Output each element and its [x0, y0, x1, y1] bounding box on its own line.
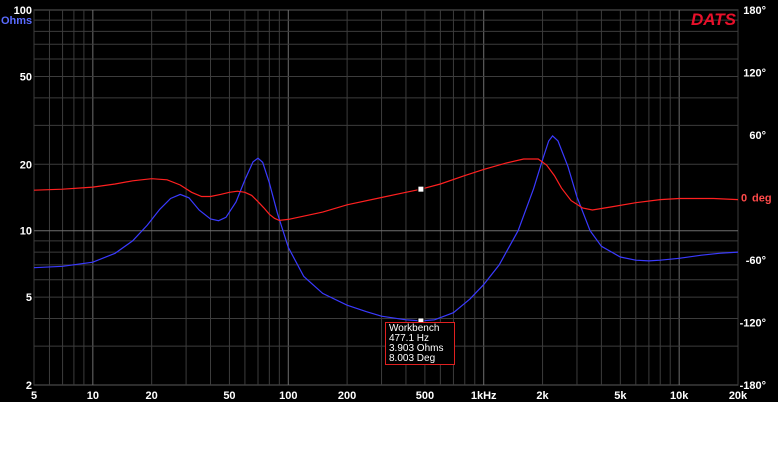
y-right-tick-label: 60°	[749, 130, 766, 142]
x-tick-label: 200	[338, 390, 356, 402]
impedance-plot[interactable]: 5 10 20 50 100 200 500 1kHz 2k 5k 10k 20k 100 50 20 10 5…	[0, 0, 778, 402]
y-right-tick-label: 0	[741, 193, 747, 205]
x-tick-label: 1kHz	[471, 390, 497, 402]
y-right-axis-unit: deg	[752, 193, 772, 205]
x-tick-label: 100	[279, 390, 297, 402]
cursor-marker-phase	[417, 185, 425, 193]
x-tick-label: 5k	[614, 390, 627, 402]
cursor-readout: Workbench 477.1 Hz 3.903 Ohms 8.003 Deg	[385, 322, 455, 365]
x-tick-label: 50	[223, 390, 235, 402]
y-right-tick-label: -60°	[746, 255, 766, 267]
x-tick-label: 500	[416, 390, 434, 402]
y-left-axis-unit: Ohms	[1, 15, 32, 27]
x-tick-label: 10k	[670, 390, 689, 402]
y-left-tick-label: 2	[26, 380, 32, 392]
y-right-tick-label: -120°	[740, 318, 766, 330]
y-right-tick-label: 120°	[743, 68, 766, 80]
y-left-tick-label: 10	[20, 226, 32, 238]
cursor-readout-phase: 8.003 Deg	[389, 353, 436, 364]
x-tick-label: 20	[146, 390, 158, 402]
brand-logo: DATS	[691, 10, 737, 29]
x-tick-label: 10	[87, 390, 99, 402]
y-right-tick-label: -180°	[740, 380, 766, 392]
y-right-tick-label: 180°	[743, 5, 766, 17]
y-left-tick-label: 20	[20, 159, 32, 171]
x-tick-label: 2k	[536, 390, 549, 402]
y-left-tick-label: 5	[26, 292, 32, 304]
y-left-tick-label: 50	[20, 71, 32, 83]
